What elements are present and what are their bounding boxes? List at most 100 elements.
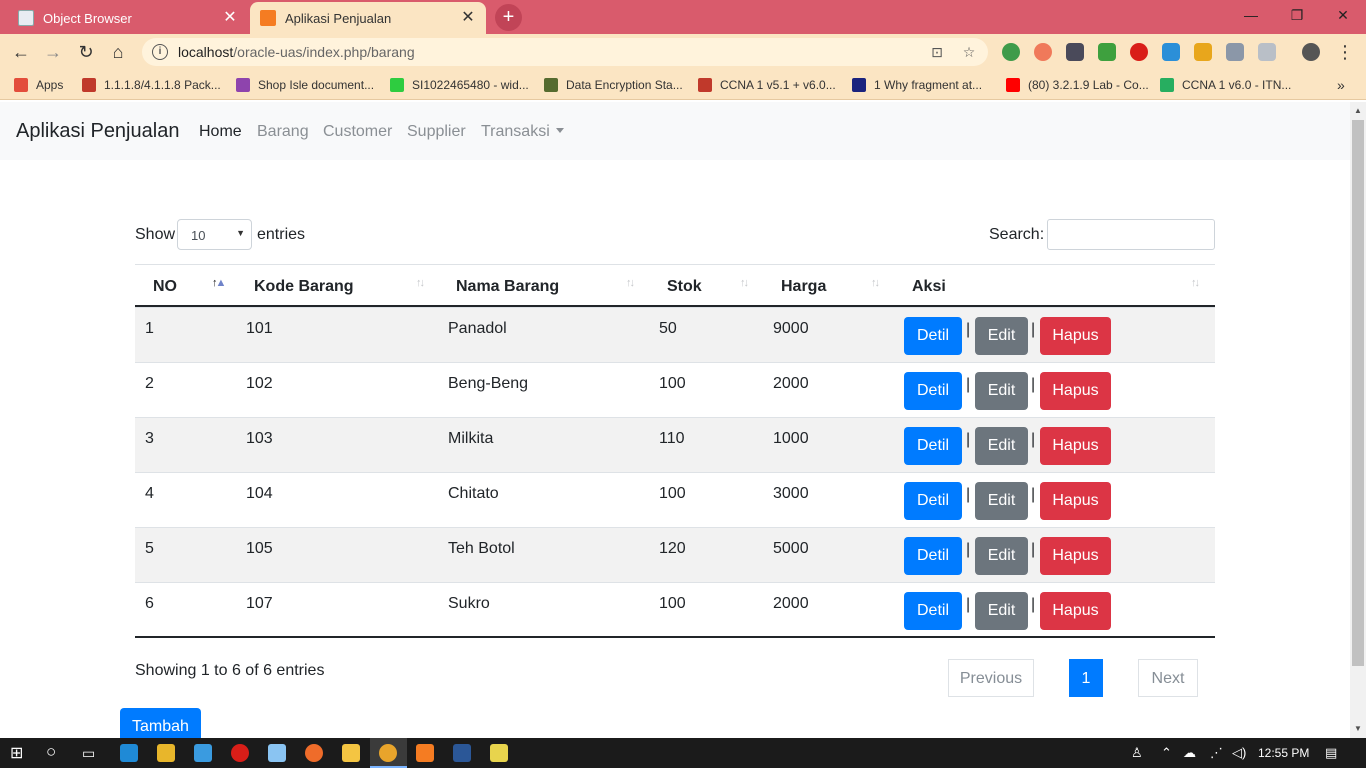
notepad-icon[interactable]: [490, 744, 508, 762]
sort-icon[interactable]: ↑↓: [740, 277, 749, 289]
bookmark-star-icon[interactable]: ☆: [960, 43, 978, 61]
sort-asc-icon[interactable]: ↑▲: [212, 277, 226, 289]
edit-button[interactable]: Edit: [975, 482, 1028, 520]
people-icon[interactable]: ♙: [1131, 745, 1143, 761]
extension-infinity-icon[interactable]: [1258, 43, 1276, 61]
hapus-button[interactable]: Hapus: [1040, 592, 1111, 630]
extension-help-icon[interactable]: [1226, 43, 1244, 61]
app-icon[interactable]: [342, 744, 360, 762]
more-bookmarks-icon[interactable]: »: [1337, 77, 1345, 93]
back-icon[interactable]: ←: [10, 41, 32, 63]
extension-opera-icon[interactable]: [1130, 43, 1148, 61]
close-tab-icon[interactable]: ✕: [222, 10, 238, 26]
navbar-brand[interactable]: Aplikasi Penjualan: [16, 120, 179, 143]
new-tab-button[interactable]: +: [495, 4, 522, 31]
bookmark-item[interactable]: 1.1.1.8/4.1.1.8 Pack...: [82, 77, 221, 93]
edit-button[interactable]: Edit: [975, 537, 1028, 575]
translate-icon[interactable]: ⊡: [928, 43, 946, 61]
hapus-button[interactable]: Hapus: [1040, 372, 1111, 410]
file-explorer-icon[interactable]: [157, 744, 175, 762]
opera-icon[interactable]: [231, 744, 249, 762]
bookmark-item[interactable]: Data Encryption Sta...: [544, 77, 683, 93]
cortana-search-icon[interactable]: ○: [46, 742, 56, 762]
nav-supplier[interactable]: Supplier: [407, 123, 466, 141]
sort-icon[interactable]: ↑↓: [626, 277, 635, 289]
bookmark-apps[interactable]: Apps: [14, 77, 63, 93]
windows-start-icon[interactable]: ⊞: [10, 743, 23, 763]
word-icon[interactable]: [453, 744, 471, 762]
search-input[interactable]: [1047, 219, 1215, 250]
detil-button[interactable]: Detil: [904, 427, 962, 465]
chrome-icon[interactable]: [379, 744, 397, 762]
hapus-button[interactable]: Hapus: [1040, 317, 1111, 355]
pagination-next[interactable]: Next: [1138, 659, 1198, 697]
close-window-button[interactable]: ✕: [1320, 4, 1366, 26]
extension-globe-icon[interactable]: [1002, 43, 1020, 61]
detil-button[interactable]: Detil: [904, 537, 962, 575]
address-bar[interactable]: i localhost/oracle-uas/index.php/barang …: [142, 38, 988, 66]
col-header-no[interactable]: NO: [153, 278, 177, 296]
sort-icon[interactable]: ↑↓: [416, 277, 425, 289]
clock[interactable]: 12:55 PM: [1258, 746, 1309, 760]
detil-button[interactable]: Detil: [904, 482, 962, 520]
bookmark-item[interactable]: SI1022465480 - wid...: [390, 77, 529, 93]
xampp-icon[interactable]: [416, 744, 434, 762]
show-hidden-icons-chevron[interactable]: ⌃: [1161, 745, 1172, 761]
reload-icon[interactable]: ↻: [75, 41, 97, 63]
tab-object-browser[interactable]: Object Browser ✕: [8, 2, 248, 34]
sort-icon[interactable]: ↑↓: [871, 277, 880, 289]
hapus-button[interactable]: Hapus: [1040, 427, 1111, 465]
pagination-page-1[interactable]: 1: [1069, 659, 1103, 697]
extension-color-icon[interactable]: [1194, 43, 1212, 61]
nav-transaksi-dropdown[interactable]: Transaksi: [481, 123, 564, 141]
nav-home[interactable]: Home: [199, 123, 242, 141]
wifi-icon[interactable]: ⋰: [1210, 745, 1223, 761]
col-header-kode-barang[interactable]: Kode Barang: [254, 278, 354, 296]
page-scrollbar[interactable]: ▲ ▼: [1350, 102, 1366, 738]
col-header-stok[interactable]: Stok: [667, 278, 702, 296]
detil-button[interactable]: Detil: [904, 317, 962, 355]
detil-button[interactable]: Detil: [904, 592, 962, 630]
detil-button[interactable]: Detil: [904, 372, 962, 410]
edit-button[interactable]: Edit: [975, 592, 1028, 630]
virtualbox-icon[interactable]: [268, 744, 286, 762]
firefox-icon[interactable]: [305, 744, 323, 762]
home-icon[interactable]: ⌂: [107, 41, 129, 63]
sort-icon[interactable]: ↑↓: [1191, 277, 1200, 289]
extension-shield-icon[interactable]: [1098, 43, 1116, 61]
volume-icon[interactable]: ◁): [1232, 745, 1246, 761]
entries-select[interactable]: 10 ▼: [177, 219, 252, 250]
task-view-icon[interactable]: ▭: [82, 745, 95, 762]
edit-button[interactable]: Edit: [975, 317, 1028, 355]
bookmark-item[interactable]: 1 Why fragment at...: [852, 77, 982, 93]
edit-button[interactable]: Edit: [975, 372, 1028, 410]
bookmark-item[interactable]: CCNA 1 v6.0 - ITN...: [1160, 77, 1291, 93]
col-header-aksi[interactable]: Aksi: [912, 278, 946, 296]
info-icon[interactable]: i: [152, 44, 168, 60]
menu-kebab-icon[interactable]: ⋮: [1334, 41, 1356, 63]
profile-avatar-icon[interactable]: [1302, 43, 1320, 61]
tab-aplikasi-penjualan[interactable]: Aplikasi Penjualan ✕: [250, 2, 486, 34]
bookmark-item[interactable]: Shop Isle document...: [236, 77, 374, 93]
maximize-button[interactable]: ❐: [1274, 4, 1320, 26]
extension-v-icon[interactable]: [1066, 43, 1084, 61]
col-header-nama-barang[interactable]: Nama Barang: [456, 278, 559, 296]
extension-vpn-icon[interactable]: [1162, 43, 1180, 61]
bookmark-item[interactable]: CCNA 1 v5.1 + v6.0...: [698, 77, 836, 93]
edit-button[interactable]: Edit: [975, 427, 1028, 465]
close-tab-icon[interactable]: ✕: [460, 10, 476, 26]
nav-barang[interactable]: Barang: [257, 123, 309, 141]
scroll-up-icon[interactable]: ▲: [1354, 106, 1362, 115]
store-icon[interactable]: [194, 744, 212, 762]
onedrive-cloud-icon[interactable]: ☁: [1183, 745, 1196, 761]
scroll-down-icon[interactable]: ▼: [1354, 724, 1362, 733]
pagination-previous[interactable]: Previous: [948, 659, 1034, 697]
extension-block-icon[interactable]: [1034, 43, 1052, 61]
minimize-button[interactable]: —: [1228, 4, 1274, 26]
action-center-icon[interactable]: ▤: [1325, 745, 1337, 761]
bookmark-item[interactable]: (80) 3.2.1.9 Lab - Co...: [1006, 77, 1149, 93]
edge-icon[interactable]: [120, 744, 138, 762]
nav-customer[interactable]: Customer: [323, 123, 392, 141]
forward-icon[interactable]: →: [42, 41, 64, 63]
hapus-button[interactable]: Hapus: [1040, 482, 1111, 520]
